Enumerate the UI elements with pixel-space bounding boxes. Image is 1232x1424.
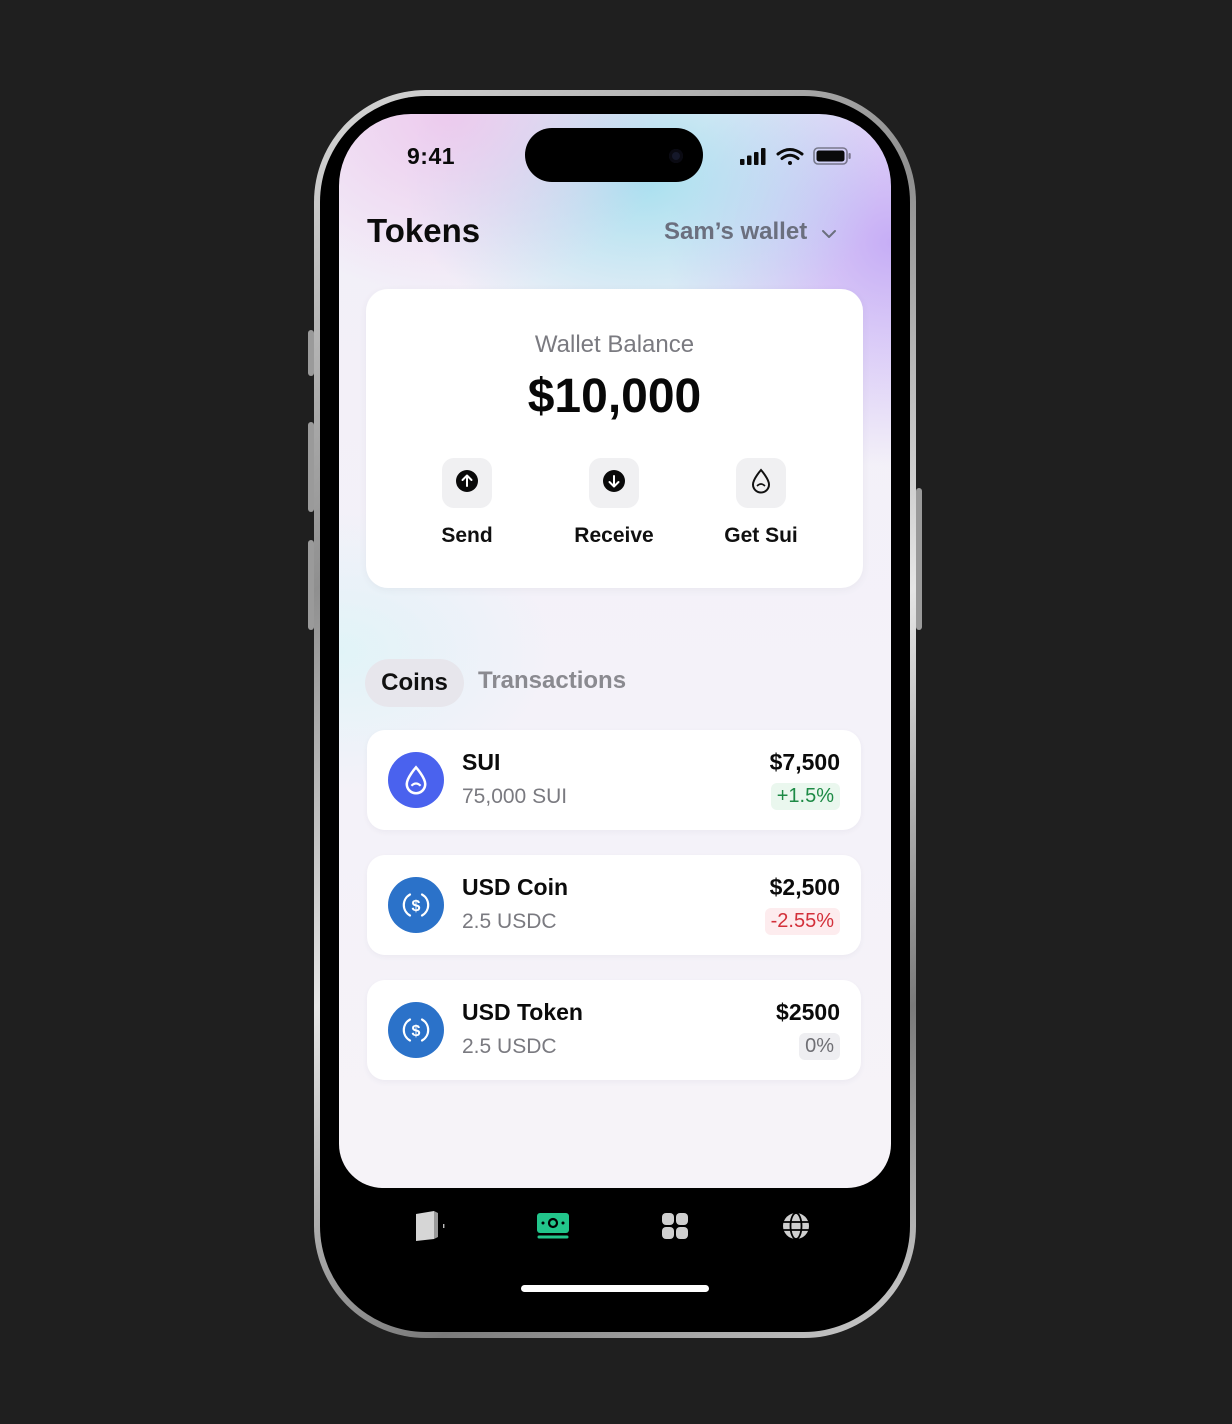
volume-down-button <box>308 540 314 630</box>
send-label: Send <box>441 524 493 547</box>
arrow-down-icon <box>602 469 626 498</box>
action-button <box>308 330 314 376</box>
get-sui-button[interactable]: Get Sui <box>691 458 831 548</box>
token-name: USD Token <box>462 999 583 1025</box>
wifi-icon <box>776 148 804 165</box>
receive-button[interactable]: Receive <box>544 458 684 548</box>
nav-browser[interactable] <box>776 1208 816 1248</box>
usdc-logo-icon: $ <box>388 1002 444 1058</box>
volume-up-button <box>308 422 314 512</box>
globe-icon <box>780 1210 812 1247</box>
balance-card: Wallet Balance $10,000 Send Receive Get … <box>366 289 863 588</box>
send-icon-button[interactable] <box>442 458 492 508</box>
tab-transactions[interactable]: Transactions <box>478 667 626 695</box>
token-change-badge: +1.5% <box>770 783 840 810</box>
home-indicator[interactable] <box>521 1285 709 1292</box>
nav-apps[interactable] <box>655 1208 695 1248</box>
balance-label: Wallet Balance <box>534 331 695 358</box>
svg-text:$: $ <box>412 1023 421 1040</box>
token-row-usd-coin[interactable]: $ USD Coin 2.5 USDC $2,500 -2.55% <box>367 855 861 955</box>
battery-icon <box>813 147 851 165</box>
usdc-logo-icon: $ <box>388 877 444 933</box>
bottom-nav <box>320 1190 910 1270</box>
receive-label: Receive <box>574 524 654 547</box>
token-name: USD Coin <box>462 874 569 900</box>
sui-logo-icon <box>388 752 444 808</box>
tab-coins[interactable]: Coins <box>365 659 464 707</box>
nav-tokens[interactable] <box>533 1208 573 1248</box>
cellular-signal-icon <box>740 148 766 165</box>
token-name: SUI <box>462 749 501 775</box>
front-camera <box>669 149 683 163</box>
wallet-selector[interactable]: Sam’s wallet <box>664 216 837 248</box>
wallet-icon <box>410 1206 450 1251</box>
token-amount: 75,000 SUI <box>462 785 568 808</box>
wallet-name: Sam’s wallet <box>664 218 808 245</box>
apps-grid-icon <box>660 1211 690 1246</box>
status-time: 9:41 <box>407 143 456 169</box>
send-button[interactable]: Send <box>397 458 537 548</box>
balance-value: $10,000 <box>527 370 702 423</box>
get-sui-icon-button[interactable] <box>736 458 786 508</box>
token-row-usd-token[interactable]: $ USD Token 2.5 USDC $2500 0% <box>367 980 861 1080</box>
chevron-down-icon <box>821 218 837 246</box>
get-sui-label: Get Sui <box>724 524 798 547</box>
token-amount: 2.5 USDC <box>462 910 557 933</box>
token-value: $7,500 <box>769 749 840 775</box>
token-value: $2500 <box>776 999 840 1025</box>
receive-icon-button[interactable] <box>589 458 639 508</box>
token-amount: 2.5 USDC <box>462 1035 557 1058</box>
token-change-badge: -2.55% <box>764 908 840 935</box>
cash-icon <box>535 1210 571 1247</box>
token-change-badge: 0% <box>799 1033 840 1060</box>
status-icons <box>740 146 852 166</box>
token-row-sui[interactable]: SUI 75,000 SUI $7,500 +1.5% <box>367 730 861 830</box>
arrow-up-icon <box>455 469 479 498</box>
token-value: $2,500 <box>769 874 840 900</box>
sui-drop-icon <box>750 467 772 499</box>
page-title: Tokens <box>367 212 481 249</box>
nav-wallet[interactable] <box>410 1208 450 1248</box>
power-button <box>916 488 922 630</box>
svg-text:$: $ <box>412 898 421 915</box>
